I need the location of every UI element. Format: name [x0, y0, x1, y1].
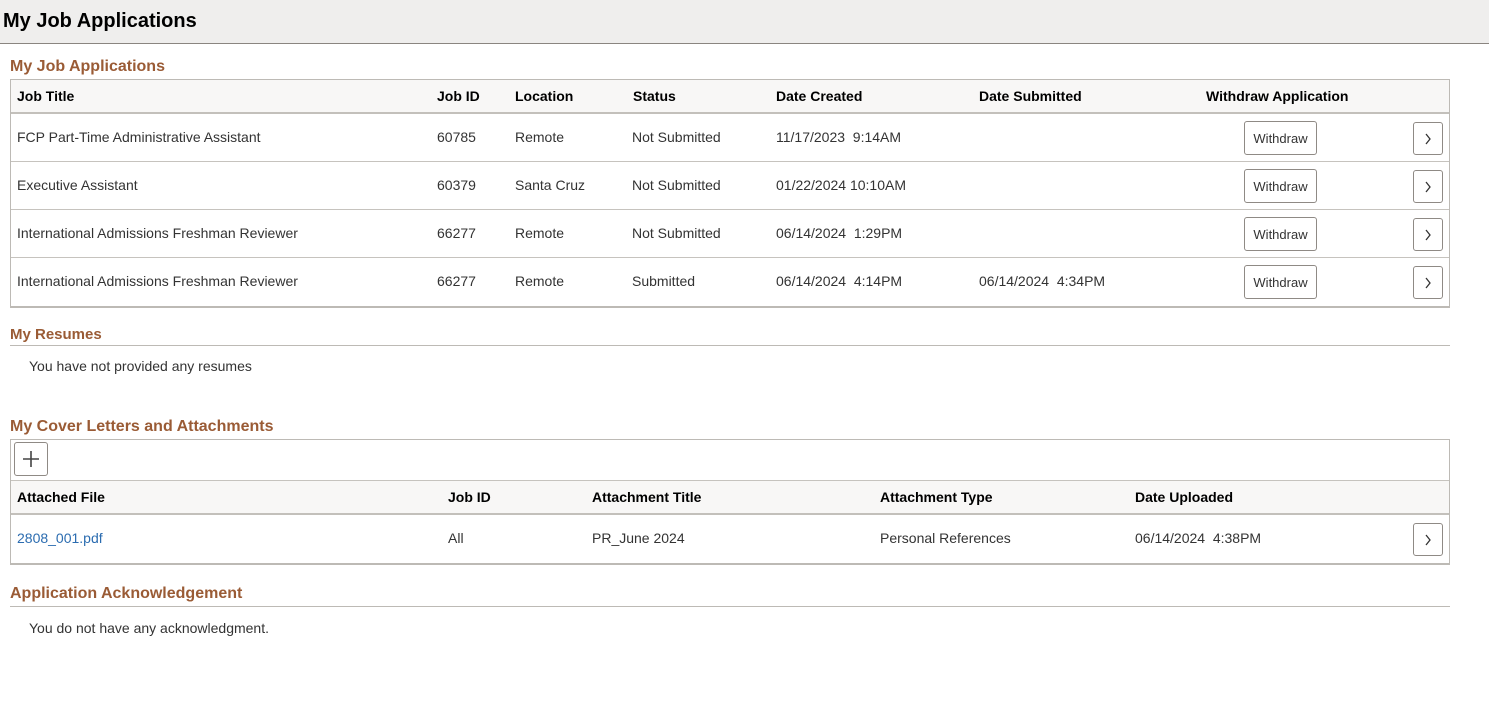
date-submitted: 06/14/2024 4:34PM	[979, 273, 1106, 289]
status: Not Submitted	[632, 177, 721, 193]
job-title: International Admissions Freshman Review…	[17, 225, 298, 241]
col-withdraw: Withdraw Application	[1206, 88, 1349, 104]
status: Submitted	[632, 273, 696, 289]
withdraw-button[interactable]: Withdraw	[1244, 265, 1317, 299]
location: Santa Cruz	[515, 177, 586, 193]
attached-file-link[interactable]: 2808_001.pdf	[17, 530, 103, 546]
job-id: 66277	[437, 273, 476, 289]
page-banner: My Job Applications	[0, 0, 1489, 44]
application-row[interactable]: FCP Part-Time Administrative Assistant 6…	[11, 114, 1449, 162]
acknowledgement-empty-message: You do not have any acknowledgment.	[29, 620, 269, 636]
location: Remote	[515, 273, 565, 289]
location: Remote	[515, 129, 565, 145]
attachment-title: PR_June 2024	[592, 530, 685, 546]
date-created: 06/14/2024 4:14PM	[776, 273, 903, 289]
col-job-id: Job ID	[448, 489, 491, 505]
application-row[interactable]: Executive Assistant 60379 Santa Cruz Not…	[11, 162, 1449, 210]
row-detail-button[interactable]	[1413, 170, 1443, 203]
chevron-right-icon	[1425, 277, 1431, 288]
resumes-divider	[10, 345, 1450, 346]
col-date-created: Date Created	[776, 88, 863, 104]
attachment-row[interactable]: 2808_001.pdf All PR_June 2024 Personal R…	[11, 515, 1449, 563]
col-location: Location	[515, 88, 574, 104]
job-id: 60379	[437, 177, 476, 193]
col-job-id: Job ID	[437, 88, 480, 104]
col-attachment-type: Attachment Type	[880, 489, 993, 505]
col-job-title: Job Title	[17, 88, 75, 104]
date-created: 06/14/2024 1:29PM	[776, 225, 903, 241]
attachments-header-row: Attached File Job ID Attachment Title At…	[11, 481, 1449, 515]
attachments-toolbar	[11, 440, 1449, 481]
acknowledgement-section-title: Application Acknowledgement	[10, 585, 243, 602]
row-detail-button[interactable]	[1413, 266, 1443, 299]
attachment-type: Personal References	[880, 530, 1011, 546]
plus-icon	[23, 451, 39, 467]
col-status: Status	[633, 88, 676, 104]
chevron-right-icon	[1425, 133, 1431, 144]
col-date-submitted: Date Submitted	[979, 88, 1082, 104]
application-row[interactable]: International Admissions Freshman Review…	[11, 210, 1449, 258]
chevron-right-icon	[1425, 181, 1431, 192]
resumes-empty-message: You have not provided any resumes	[29, 358, 252, 374]
col-attachment-title: Attachment Title	[592, 489, 702, 505]
job-title: Executive Assistant	[17, 177, 138, 193]
location: Remote	[515, 225, 565, 241]
page-title: My Job Applications	[3, 10, 197, 32]
date-created: 11/17/2023 9:14AM	[776, 129, 902, 145]
status: Not Submitted	[632, 129, 721, 145]
withdraw-button[interactable]: Withdraw	[1244, 169, 1317, 203]
status: Not Submitted	[632, 225, 721, 241]
withdraw-button[interactable]: Withdraw	[1244, 121, 1317, 155]
application-row[interactable]: International Admissions Freshman Review…	[11, 258, 1449, 306]
withdraw-button[interactable]: Withdraw	[1244, 217, 1317, 251]
chevron-right-icon	[1425, 229, 1431, 240]
acknowledgement-divider	[10, 606, 1450, 607]
col-attached-file: Attached File	[17, 489, 105, 505]
resumes-section-title: My Resumes	[10, 326, 102, 343]
date-uploaded: 06/14/2024 4:38PM	[1135, 530, 1262, 546]
applications-grid: Job Title Job ID Location Status Date Cr…	[10, 79, 1450, 308]
job-id: 66277	[437, 225, 476, 241]
row-detail-button[interactable]	[1413, 218, 1443, 251]
job-id: 60785	[437, 129, 476, 145]
row-detail-button[interactable]	[1413, 122, 1443, 155]
chevron-right-icon	[1425, 534, 1431, 545]
attachments-section-title: My Cover Letters and Attachments	[10, 418, 274, 435]
job-title: FCP Part-Time Administrative Assistant	[17, 129, 261, 145]
col-date-uploaded: Date Uploaded	[1135, 489, 1234, 505]
applications-header-row: Job Title Job ID Location Status Date Cr…	[11, 80, 1449, 114]
row-detail-button[interactable]	[1413, 523, 1443, 556]
applications-section-title: My Job Applications	[10, 58, 165, 75]
job-id: All	[448, 530, 464, 546]
attachments-grid: Attached File Job ID Attachment Title At…	[10, 439, 1450, 565]
date-created: 01/22/2024 10:10AM	[776, 177, 906, 193]
add-attachment-button[interactable]	[14, 442, 48, 476]
job-title: International Admissions Freshman Review…	[17, 273, 298, 289]
